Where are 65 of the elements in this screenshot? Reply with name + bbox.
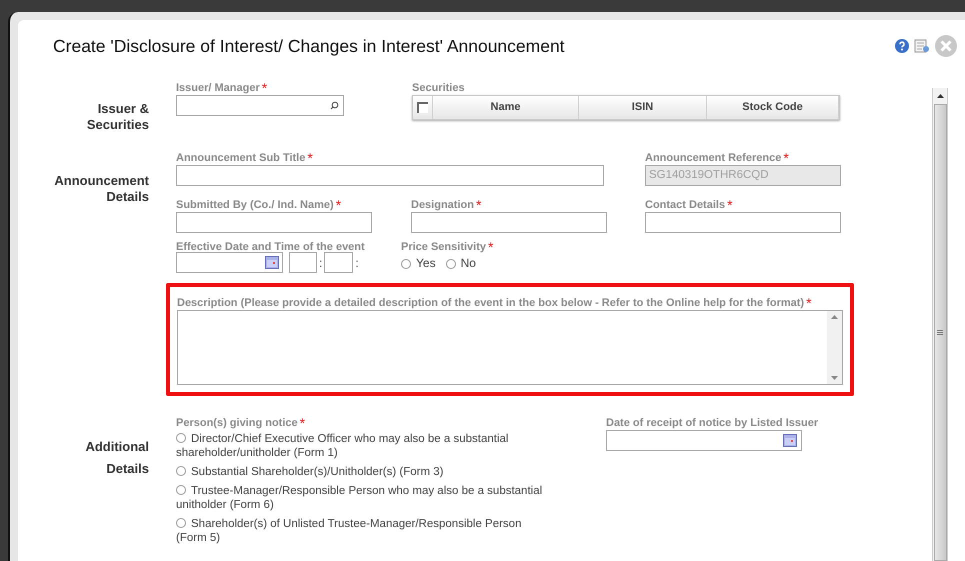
- hour-field[interactable]: [289, 252, 317, 273]
- scroll-up-icon[interactable]: [936, 94, 944, 98]
- required-asterisk: *: [727, 198, 733, 212]
- search-icon[interactable]: [330, 101, 339, 110]
- radio-label: No: [460, 255, 476, 272]
- required-asterisk: *: [476, 198, 482, 212]
- field-label: Announcement Sub Title: [176, 151, 306, 165]
- required-asterisk: *: [262, 81, 268, 95]
- select-all-checkbox[interactable]: [417, 102, 428, 113]
- required-asterisk: *: [488, 240, 494, 254]
- time-separator: :: [355, 254, 359, 272]
- required-asterisk: *: [806, 296, 812, 310]
- field-label: Submitted By (Co./ Ind. Name): [176, 198, 334, 212]
- close-icon[interactable]: [935, 35, 957, 57]
- column-header[interactable]: Stock Code: [707, 96, 839, 119]
- field-label: Date of receipt of notice by Listed Issuer: [606, 416, 818, 430]
- radio-button[interactable]: [176, 433, 186, 443]
- radio-option[interactable]: Shareholder(s) of Unlisted Trustee-Manager/Responsible Person (Form 5): [176, 517, 551, 545]
- field-label: Issuer/ Manager: [176, 81, 260, 95]
- calendar-icon[interactable]: [783, 434, 797, 447]
- field-label: Announcement Reference: [645, 151, 782, 165]
- submitted-by-field[interactable]: [176, 212, 372, 233]
- field-label: Description (Please provide a detailed description of the event in the box below - Refer to the Online help for the format): [177, 296, 804, 310]
- required-asterisk: *: [300, 416, 306, 430]
- document-icon[interactable]: [914, 39, 930, 53]
- field-label: Effective Date and Time of the event: [176, 240, 365, 254]
- radio-button[interactable]: [176, 518, 186, 528]
- field-label: Person(s) giving notice: [176, 416, 298, 430]
- scrollbar-thumb[interactable]: [934, 104, 946, 561]
- section-label: Announcement Details: [53, 173, 149, 205]
- help-icon[interactable]: [895, 39, 909, 53]
- section-label: Additional Details: [84, 438, 149, 478]
- contact-field[interactable]: [645, 212, 841, 233]
- column-header[interactable]: ISIN: [579, 96, 707, 119]
- radio-button[interactable]: [446, 259, 456, 269]
- field-label: Securities: [412, 81, 466, 95]
- required-asterisk: *: [783, 151, 789, 165]
- scrollbar[interactable]: [932, 88, 948, 561]
- description-textarea[interactable]: [177, 310, 843, 385]
- receipt-date-field[interactable]: [606, 430, 802, 451]
- radio-button[interactable]: [401, 259, 411, 269]
- designation-field[interactable]: [411, 212, 607, 233]
- column-header[interactable]: Name: [433, 96, 579, 119]
- scroll-down-icon[interactable]: [831, 376, 838, 380]
- calendar-icon[interactable]: [265, 256, 279, 269]
- minute-field[interactable]: [324, 252, 354, 273]
- sub-title-field[interactable]: [176, 165, 604, 186]
- radio-option[interactable]: Trustee-Manager/Responsible Person who may also be a substantial unitholder (Form 6): [176, 484, 551, 512]
- radio-button[interactable]: [176, 485, 186, 495]
- section-label: Issuer & Securities: [86, 101, 149, 133]
- radio-label: Yes: [416, 255, 436, 272]
- field-label: Contact Details: [645, 198, 726, 212]
- field-label: Price Sensitivity: [401, 240, 486, 254]
- radio-option[interactable]: Substantial Shareholder(s)/Unitholder(s) (Form 3): [176, 465, 551, 479]
- textarea-scrollbar[interactable]: [827, 311, 842, 384]
- required-asterisk: *: [336, 198, 342, 212]
- radio-button[interactable]: [176, 466, 186, 476]
- date-field[interactable]: [176, 252, 283, 273]
- radio-option[interactable]: Director/Chief Executive Officer who may also be a substantial shareholder/unitholder (Form 1): [176, 432, 551, 460]
- time-separator: :: [319, 254, 322, 272]
- dialog-title: Create 'Disclosure of Interest/ Changes in Interest' Announcement: [53, 34, 566, 58]
- field-label: Designation: [411, 198, 474, 212]
- issuer-search-field[interactable]: [176, 95, 344, 116]
- grip-icon: [937, 330, 943, 335]
- required-asterisk: *: [307, 151, 313, 165]
